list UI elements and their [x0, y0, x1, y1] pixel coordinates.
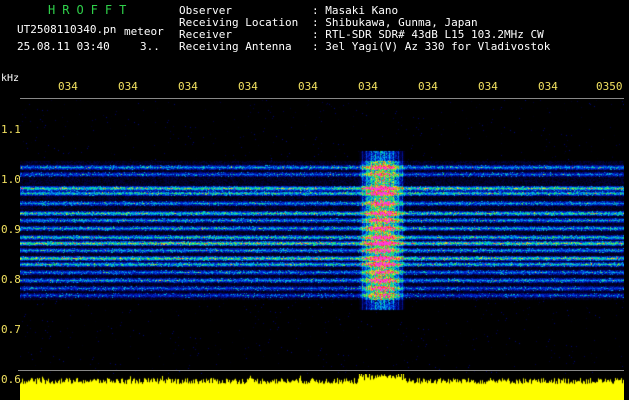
spectrogram — [20, 100, 624, 374]
freq-tick: 0.8 — [1, 273, 21, 286]
time-tick: 034 — [478, 80, 498, 93]
time-tick: 034 — [58, 80, 78, 93]
receiver-value: : RTL-SDR SDR# 43dB L15 103.2MHz CW — [312, 28, 544, 41]
time-tick: 034 — [298, 80, 318, 93]
antenna-value: : 3el Yagi(V) Az 330 for Vladivostok — [312, 40, 551, 53]
unit-label: kHz — [1, 73, 20, 84]
app-logo: HROFFT — [48, 3, 134, 17]
time-tick: 034 — [358, 80, 378, 93]
antenna-label: Receiving Antenna — [179, 40, 292, 53]
time-tick: 034 — [238, 80, 258, 93]
signal-level-trace — [20, 374, 624, 400]
freq-tick: 1.1 — [1, 123, 21, 136]
location-value: : Shibukawa, Gunma, Japan — [312, 16, 478, 29]
time-tick: 034 — [118, 80, 138, 93]
hrofft-window: HROFFT UT2508110340.pn meteor 25.08.11 0… — [0, 0, 629, 400]
freq-tick: 0.9 — [1, 223, 21, 236]
file-name: UT2508110340.pn — [17, 23, 117, 36]
count: 3.. — [140, 40, 160, 53]
receiver-label: Receiver — [179, 28, 232, 41]
location-label: Receiving Location — [179, 16, 299, 29]
meteor-tag: meteor — [124, 25, 164, 38]
top-axis-line — [20, 98, 624, 99]
time-tick: 034 — [178, 80, 198, 93]
observer-value: : Masaki Kano — [312, 4, 399, 17]
observer-label: Observer — [179, 4, 232, 17]
time-tick: 034 — [418, 80, 438, 93]
baseline-line — [18, 370, 624, 371]
date-time: 25.08.11 03:40 — [17, 40, 110, 53]
freq-tick: 0.7 — [1, 323, 21, 336]
time-tick: 034 — [538, 80, 558, 93]
time-tick: 0350 — [596, 80, 623, 93]
freq-tick: 0.6 — [1, 373, 21, 386]
freq-tick: 1.0 — [1, 173, 21, 186]
